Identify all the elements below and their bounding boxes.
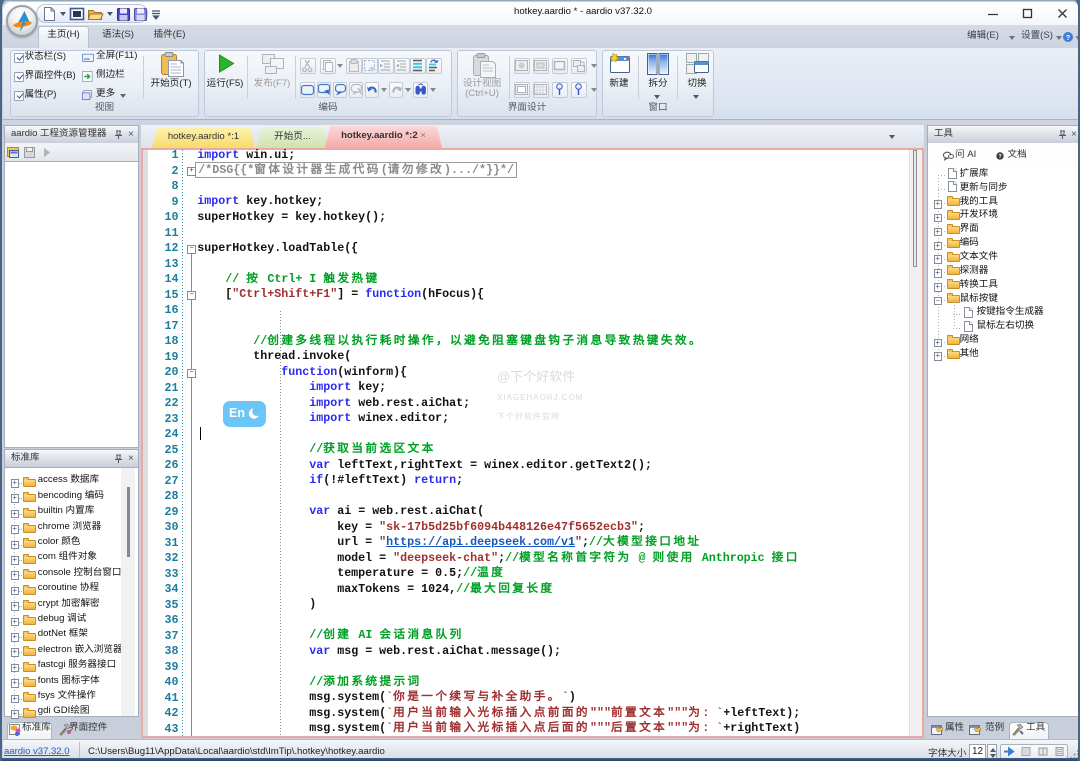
svg-text:?: ? xyxy=(1066,34,1070,42)
